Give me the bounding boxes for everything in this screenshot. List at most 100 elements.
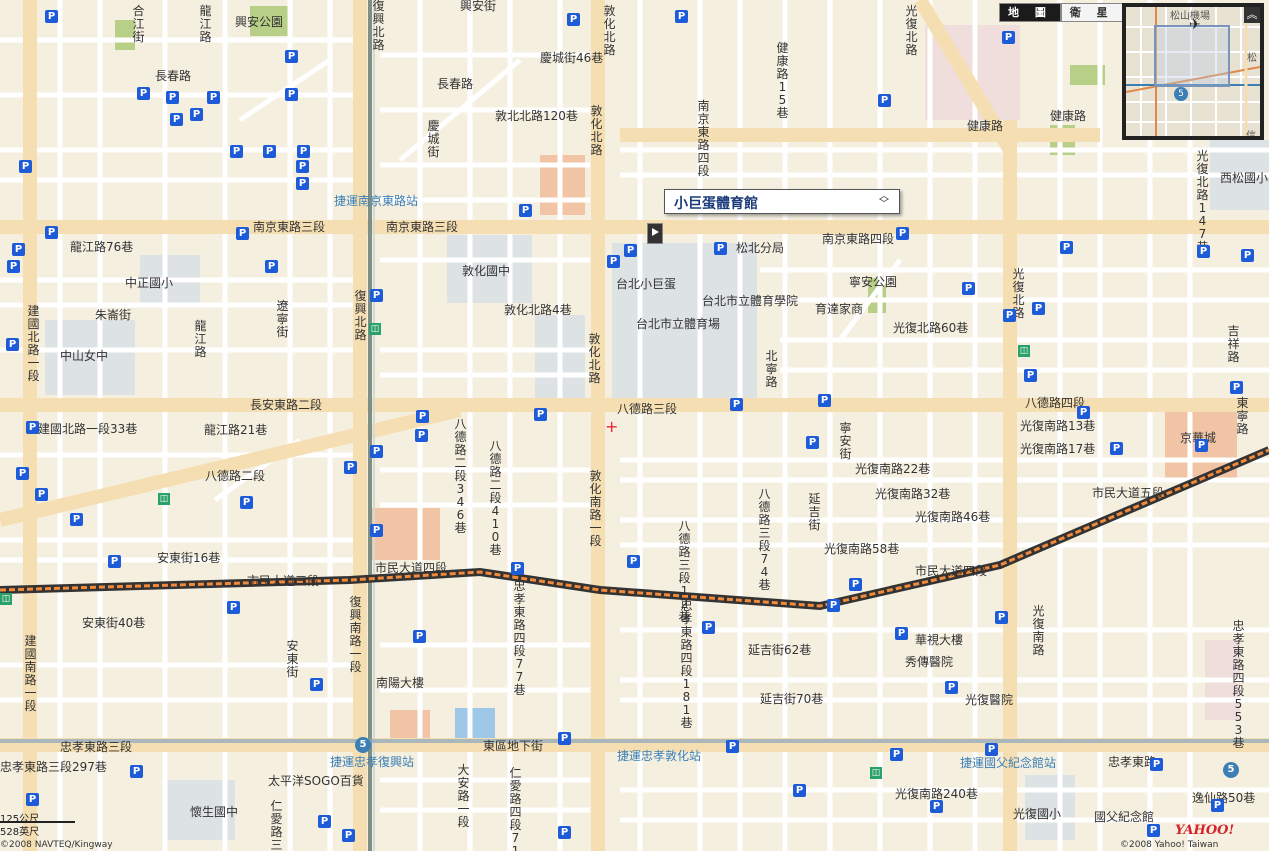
parking-icon: P bbox=[627, 555, 640, 568]
map-label: 懷生國中 bbox=[190, 805, 239, 819]
overview-map[interactable]: 松山機場 ✈ 松 信 5 ︽ bbox=[1122, 3, 1264, 140]
scale-bar: 125公尺 528英尺 bbox=[0, 810, 100, 838]
parking-icon: P bbox=[297, 145, 310, 158]
map-label: 忠孝東路四段553巷 bbox=[1232, 619, 1245, 750]
map-label: 育達家商 bbox=[815, 302, 864, 316]
map-label: 敦化國中 bbox=[462, 264, 511, 278]
map-type-toggle: 地 圖 衛 星 bbox=[999, 3, 1123, 22]
map-label: 市民大道五段 bbox=[1092, 486, 1165, 500]
map-label: 光復北路147巷 bbox=[1196, 149, 1209, 254]
map-label: 長安東路二段 bbox=[250, 398, 323, 412]
parking-icon: P bbox=[849, 578, 862, 591]
parking-icon: P bbox=[726, 740, 739, 753]
collapse-chevron-icon[interactable]: ︿ ﹀ bbox=[879, 192, 889, 210]
parking-icon: P bbox=[370, 524, 383, 537]
parking-icon: P bbox=[416, 410, 429, 423]
map-label: 南京東路四段 bbox=[822, 232, 895, 246]
parking-icon: P bbox=[108, 555, 121, 568]
map-label: 八德路四段 bbox=[1025, 396, 1086, 410]
station-icon: ◫ bbox=[0, 593, 12, 605]
map-label: 南陽大樓 bbox=[376, 676, 425, 690]
location-callout[interactable]: 小巨蛋體育館 ︿ ﹀ bbox=[664, 189, 900, 214]
map-label: 安東街16巷 bbox=[157, 551, 221, 565]
map-label: 敦化北路 bbox=[603, 4, 616, 57]
parking-icon: P bbox=[236, 227, 249, 240]
parking-icon: P bbox=[827, 599, 840, 612]
map-label: 忠孝東路四段77巷 bbox=[513, 579, 526, 697]
map-canvas[interactable]: 合江街 龍江路 興安公園 復興北路 興安街 敦化北路 光復北路 長春路 慶城街46巷 長春路 健康路… bbox=[0, 0, 1269, 851]
map-label: 市民大道四段 bbox=[375, 561, 448, 575]
yahoo-logo[interactable]: YAHOO! bbox=[1175, 823, 1234, 838]
parking-icon: P bbox=[137, 87, 150, 100]
map-label: 仁愛路四段71巷 bbox=[509, 766, 522, 851]
copyright-right: ©2008 Yahoo! Taiwan bbox=[1120, 840, 1219, 850]
map-label: 龍江路76巷 bbox=[70, 240, 134, 254]
station-icon: ◫ bbox=[870, 767, 882, 779]
overview-viewport[interactable] bbox=[1154, 25, 1230, 87]
map-label: 寧安公園 bbox=[849, 275, 898, 289]
parking-icon: P bbox=[70, 513, 83, 526]
parking-icon: P bbox=[318, 815, 331, 828]
parking-icon: P bbox=[26, 793, 39, 806]
center-crosshair-icon: + bbox=[605, 417, 619, 436]
parking-icon: P bbox=[985, 743, 998, 756]
parking-icon: P bbox=[714, 242, 727, 255]
map-label: 光復南路17巷 bbox=[1020, 442, 1096, 456]
map-label: 中正國小 bbox=[125, 276, 174, 290]
parking-icon: P bbox=[890, 748, 903, 761]
map-label: 敦化北路 bbox=[590, 104, 603, 157]
map-label: 南京東路三段 bbox=[253, 220, 326, 234]
parking-icon: P bbox=[534, 408, 547, 421]
map-label: 光復北路60巷 bbox=[893, 321, 969, 335]
map-label: 八德路三段 bbox=[617, 402, 678, 416]
parking-icon: P bbox=[263, 145, 276, 158]
parking-icon: P bbox=[1195, 439, 1208, 452]
parking-icon: P bbox=[285, 88, 298, 101]
map-label: 延吉街 bbox=[808, 492, 821, 532]
map-label: 寧安街 bbox=[839, 421, 852, 461]
parking-icon: P bbox=[1024, 369, 1037, 382]
map-label: 中山女中 bbox=[60, 349, 109, 363]
overview-right-label: 松 bbox=[1247, 53, 1257, 64]
parking-icon: P bbox=[511, 562, 524, 575]
building-block bbox=[390, 710, 430, 740]
scale-imperial-label: 528英尺 bbox=[0, 827, 40, 838]
map-label: 南京東路四段 bbox=[697, 99, 710, 178]
map-label: 忠孝東路四段181巷 bbox=[680, 599, 693, 730]
map-label: 市民大道四段 bbox=[915, 564, 988, 578]
parking-icon: P bbox=[558, 826, 571, 839]
parking-icon: P bbox=[26, 421, 39, 434]
map-label: 光復南路32巷 bbox=[875, 487, 951, 501]
map-label: 忠孝東路三段 bbox=[60, 740, 133, 754]
location-flag-icon[interactable] bbox=[647, 223, 663, 244]
satellite-view-button[interactable]: 衛 星 bbox=[1060, 3, 1123, 22]
parking-icon: P bbox=[1147, 824, 1160, 837]
parking-icon: P bbox=[227, 601, 240, 614]
parking-icon: P bbox=[207, 91, 220, 104]
map-label: 東區地下街 bbox=[483, 739, 544, 753]
map-label: 東寧路 bbox=[1236, 396, 1249, 436]
map-label: 建國北路一段33巷 bbox=[38, 422, 138, 436]
callout-title: 小巨蛋體育館 bbox=[674, 196, 758, 212]
map-label: 敦化南路一段 bbox=[589, 469, 602, 548]
parking-icon: P bbox=[285, 50, 298, 63]
parking-icon: P bbox=[895, 627, 908, 640]
map-label: 太平洋SOGO百貨 bbox=[268, 774, 364, 788]
map-label: 大安路一段 bbox=[457, 763, 470, 829]
map-label: 建國北路一段 bbox=[27, 304, 40, 383]
parking-icon: P bbox=[240, 496, 253, 509]
parking-icon: P bbox=[624, 244, 637, 257]
parking-icon: P bbox=[1003, 309, 1016, 322]
station-icon: ◫ bbox=[158, 493, 170, 505]
parking-icon: P bbox=[1110, 442, 1123, 455]
map-label: 龍江路 bbox=[199, 4, 212, 44]
overview-collapse-icon[interactable]: ︽ bbox=[1244, 7, 1260, 23]
map-label: 光復南路13巷 bbox=[1020, 419, 1096, 433]
parking-icon: P bbox=[519, 204, 532, 217]
parking-icon: P bbox=[45, 226, 58, 239]
map-view-button[interactable]: 地 圖 bbox=[999, 3, 1061, 22]
parking-icon: P bbox=[166, 91, 179, 104]
parking-icon: P bbox=[793, 784, 806, 797]
parking-icon: P bbox=[896, 227, 909, 240]
map-label: 敦北北路120巷 bbox=[495, 109, 578, 123]
